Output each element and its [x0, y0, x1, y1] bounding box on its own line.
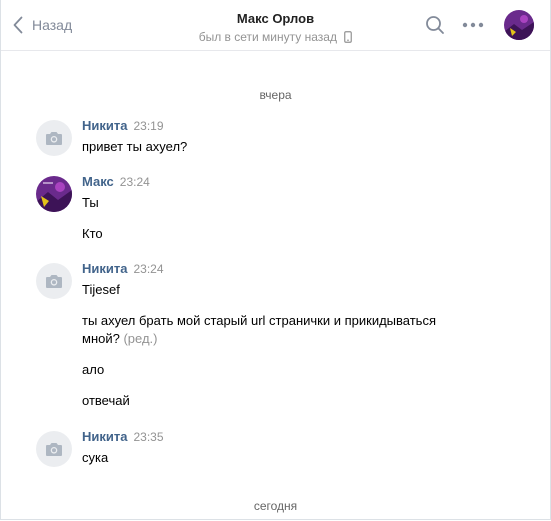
peer-status-text: был в сети минуту назад — [198, 30, 337, 44]
avatar[interactable] — [36, 176, 72, 212]
message-text: отвечай — [82, 393, 130, 408]
message-author[interactable]: Макс — [82, 174, 114, 189]
message-text: ты ахуел брать мой старый url странички … — [82, 313, 436, 328]
search-icon[interactable] — [425, 15, 445, 35]
avatar[interactable] — [36, 120, 72, 156]
chat-window: Назад Макс Орлов был в сети минуту назад — [0, 0, 551, 520]
date-separator: вчера — [259, 88, 292, 102]
message-author[interactable]: Никита — [82, 118, 127, 133]
camera-icon — [46, 442, 62, 456]
camera-icon — [46, 274, 62, 288]
message-time[interactable]: 23:24 — [120, 175, 150, 189]
camera-icon — [46, 131, 62, 145]
avatar[interactable] — [36, 431, 72, 467]
mobile-phone-icon — [344, 31, 353, 43]
chat-header: Назад Макс Орлов был в сети минуту назад — [1, 0, 550, 51]
message-time[interactable]: 23:35 — [133, 430, 163, 444]
message-time[interactable]: 23:24 — [133, 262, 163, 276]
message-text: Кто — [82, 226, 103, 241]
edited-mark[interactable]: (ред.) — [123, 331, 157, 346]
peer-avatar[interactable] — [504, 10, 534, 40]
more-icon[interactable] — [462, 22, 484, 28]
avatar[interactable] — [36, 263, 72, 299]
peer-status: был в сети минуту назад — [1, 30, 550, 44]
message-text: привет ты ахуел? — [82, 139, 188, 154]
message-time[interactable]: 23:19 — [133, 119, 163, 133]
message-text: Tijesef — [82, 282, 120, 297]
message-text: мной? (ред.) — [82, 330, 482, 348]
message-author[interactable]: Никита — [82, 261, 127, 276]
date-separator: сегодня — [253, 499, 298, 513]
message-text-continued: мной? — [82, 331, 120, 346]
message-author[interactable]: Никита — [82, 429, 127, 444]
message-text: ало — [82, 362, 105, 377]
message-text: сука — [82, 450, 109, 465]
message-text: Ты — [82, 195, 99, 210]
